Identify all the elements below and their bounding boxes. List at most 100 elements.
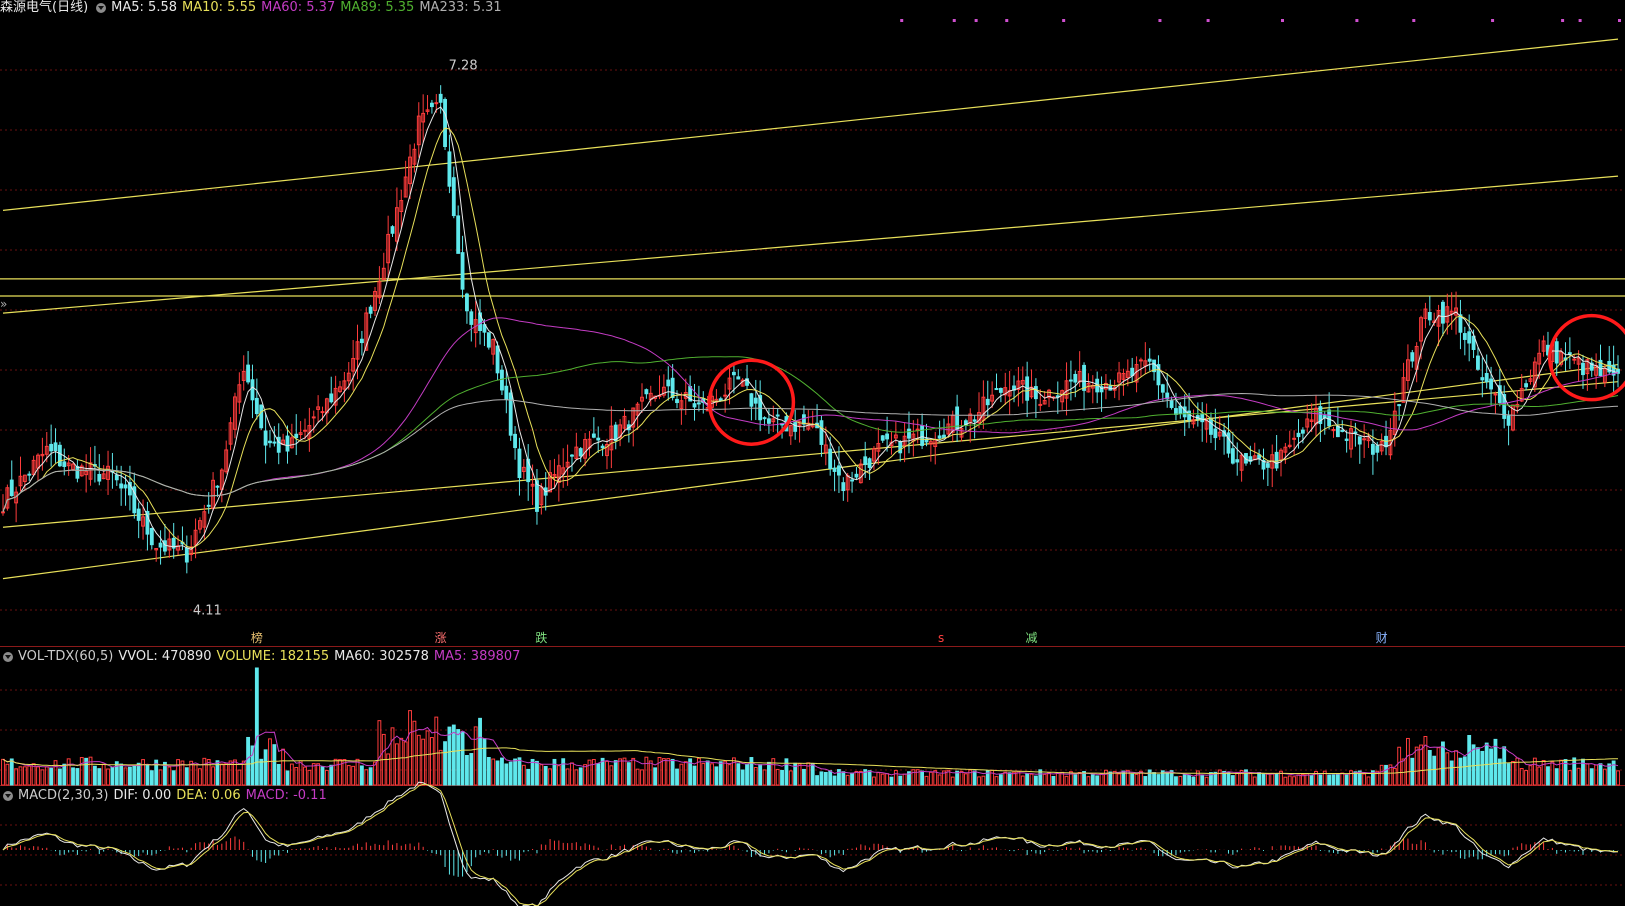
volume-bar: [1524, 770, 1529, 786]
volume-bar: [1235, 772, 1240, 786]
volume-bar: [110, 766, 115, 786]
volume-bar: [451, 724, 456, 786]
volume-bar: [928, 771, 933, 786]
volume-bar: [780, 769, 784, 786]
low-price-label: 4.11: [193, 604, 222, 619]
candle-down: [254, 397, 259, 415]
volume-bar: [1042, 773, 1047, 786]
volume-bar: [1020, 775, 1025, 786]
signal-mark: [1578, 19, 1582, 22]
volume-bar: [819, 771, 824, 786]
volume-bar: [1511, 761, 1515, 786]
volume-bar: [219, 763, 224, 786]
volume-bar: [670, 758, 675, 786]
volume-bar: [1226, 771, 1231, 786]
volume-bar: [1318, 774, 1323, 786]
volume-bar: [666, 758, 671, 786]
volume-bar: [368, 767, 373, 786]
volume-bar: [1003, 771, 1008, 786]
candle-down: [1274, 451, 1279, 469]
volume-bar: [1392, 767, 1397, 786]
volume-bar: [79, 757, 84, 786]
volume-bar: [1335, 773, 1340, 786]
signal-mark: [1280, 19, 1284, 22]
candle-down: [920, 425, 925, 446]
volume-bar: [535, 760, 539, 786]
volume-bar: [1165, 771, 1170, 786]
candle-down: [9, 479, 14, 497]
volume-bar: [889, 776, 894, 786]
candle-down: [644, 389, 649, 395]
volume-bar: [1200, 774, 1205, 786]
volume-bar: [1489, 748, 1493, 786]
volume-bar: [1379, 764, 1384, 786]
volume-bar: [758, 764, 763, 786]
ma5-line: [2, 106, 1619, 550]
volume-bar: [605, 760, 609, 786]
volume-bar: [959, 770, 964, 786]
candle-down: [1213, 428, 1218, 439]
candle-down: [1296, 432, 1301, 438]
volume-bar: [403, 741, 408, 786]
volume-bar: [1073, 774, 1078, 786]
volume-bar: [1077, 771, 1082, 786]
candle-down: [1327, 409, 1332, 427]
volume-bar: [1598, 763, 1603, 786]
volume-bar: [1265, 773, 1270, 786]
volume-bar: [561, 758, 566, 786]
candle-down: [1427, 312, 1432, 321]
volume-bar: [727, 764, 732, 786]
volume-bar: [149, 770, 154, 786]
volume-bar: [1187, 774, 1192, 786]
candle-down: [268, 440, 272, 444]
candle-down: [731, 371, 736, 376]
volume-bar: [1445, 752, 1450, 786]
volume-bar: [885, 773, 890, 786]
volume-bar: [57, 768, 62, 786]
candle-down: [294, 433, 299, 439]
volume-bar: [810, 763, 815, 786]
volume-bar: [114, 761, 119, 786]
candle-down: [359, 338, 364, 344]
volume-bar: [272, 744, 277, 786]
candle-down: [1462, 333, 1467, 340]
candle-down: [149, 527, 154, 546]
volume-bar: [9, 758, 14, 786]
candle-down: [863, 456, 868, 465]
volume-bar: [1519, 768, 1524, 786]
candle-down: [613, 424, 618, 442]
volume-bar: [570, 762, 574, 786]
candle-down: [972, 419, 977, 422]
volume-bar: [972, 770, 977, 786]
volume-bar: [920, 770, 925, 786]
candle-down: [447, 151, 452, 187]
volume-bar: [1130, 773, 1135, 786]
candle-down: [692, 403, 697, 408]
volume-bar: [876, 772, 881, 786]
volume-bar: [438, 749, 443, 786]
candle-down: [285, 435, 290, 452]
candle-up: [1, 511, 5, 514]
candle-down: [1147, 358, 1152, 362]
volume-bar: [1419, 744, 1423, 786]
volume-bar: [1506, 763, 1511, 786]
volume-bar: [184, 767, 189, 786]
volume-bar: [5, 763, 10, 786]
volume-bar: [259, 758, 264, 786]
signal-mark: [952, 19, 956, 22]
volume-bar: [832, 775, 837, 786]
volume-bar: [574, 769, 579, 786]
candle-down: [329, 393, 334, 403]
macd-dif-line: [2, 781, 1619, 906]
volume-bar: [141, 759, 145, 786]
volume-bar: [683, 761, 688, 786]
volume-bar: [1397, 746, 1402, 786]
candle-down: [465, 293, 469, 312]
chart-canvas[interactable]: 7.28 4.11 榜 涨 跌 s 减 财: [0, 0, 1625, 906]
candle-down: [1506, 415, 1511, 426]
volume-bar: [1616, 770, 1620, 786]
candle-down: [762, 417, 767, 420]
volume-bar: [1576, 767, 1581, 786]
candle-down: [184, 547, 189, 563]
volume-bar: [1191, 776, 1196, 786]
